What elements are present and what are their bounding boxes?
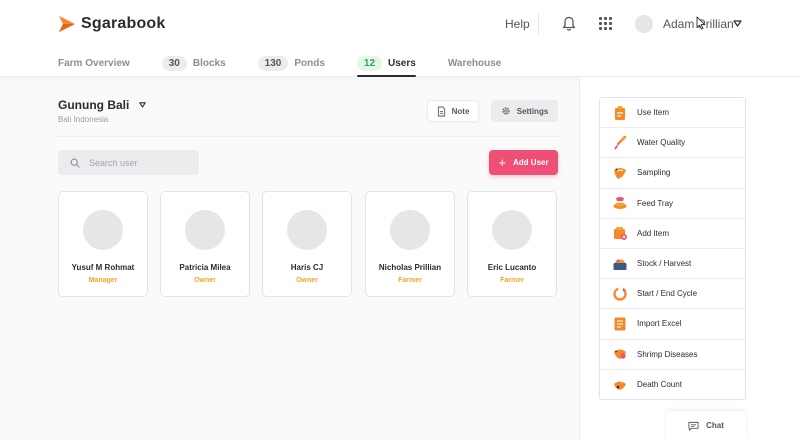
user-card-role: Manager [88, 277, 118, 284]
bell-icon[interactable] [562, 16, 576, 32]
avatar [390, 210, 430, 250]
mouse-cursor-icon [696, 16, 706, 30]
action-label: Use Item [637, 108, 670, 118]
action-import-excel[interactable]: Import Excel [600, 309, 745, 340]
tab-label: Warehouse [447, 57, 502, 69]
document-icon [437, 106, 445, 116]
main-tabs: Farm Overview 30 Blocks 130 Ponds 12 Use… [58, 49, 533, 77]
count-badge: 30 [161, 55, 187, 71]
top-header: Sgarabook Help Adam Prillian Farm Overvi… [0, 0, 800, 77]
action-add-item[interactable]: Add Item [600, 219, 745, 249]
count-badge: 12 [356, 55, 383, 71]
action-label: Death Count [637, 380, 682, 390]
tab-blocks[interactable]: 30 Blocks [161, 49, 226, 77]
action-water-quality[interactable]: Water Quality [600, 128, 745, 159]
settings-label: Settings [516, 106, 549, 116]
user-card[interactable]: Haris CJ Owner [262, 191, 352, 297]
cycle-icon [612, 286, 628, 302]
user-card[interactable]: Eric Lucanto Farmer [467, 191, 557, 297]
sampling-icon [612, 165, 628, 181]
action-label: Feed Tray [637, 198, 674, 208]
user-card-role: Farmer [398, 277, 422, 284]
chat-label: Chat [706, 421, 724, 430]
feed-tray-icon [612, 195, 628, 211]
chat-button[interactable]: Chat [666, 411, 746, 440]
user-card-name: Nicholas Prillian [378, 263, 442, 272]
add-user-button[interactable]: + Add User [489, 150, 558, 175]
user-avatar[interactable] [635, 15, 653, 33]
tab-users[interactable]: 12 Users [356, 49, 416, 77]
search-icon [70, 158, 80, 168]
stock-harvest-icon [612, 256, 628, 272]
tab-label: Blocks [192, 57, 226, 69]
farm-name: Gunung Bali [58, 98, 130, 112]
count-badge: 130 [257, 55, 289, 71]
user-card-name: Haris CJ [290, 263, 324, 272]
farm-selector[interactable]: Gunung Bali [58, 98, 147, 112]
user-card-role: Owner [296, 277, 318, 284]
action-label: Sampling [637, 168, 671, 178]
action-label: Start / End Cycle [637, 289, 698, 299]
tab-label: Farm Overview [58, 57, 130, 69]
header-divider [538, 14, 539, 34]
caret-down-icon [139, 102, 147, 108]
settings-button[interactable]: Settings [491, 100, 558, 122]
tab-ponds[interactable]: 130 Ponds [257, 49, 325, 77]
tab-farm-overview[interactable]: Farm Overview [58, 49, 130, 77]
tab-label: Ponds [294, 57, 325, 69]
user-card[interactable]: Patricia Milea Owner [160, 191, 250, 297]
user-card-role: Farmer [500, 277, 524, 284]
tab-label: Users [388, 57, 416, 69]
logo-text: Sgarabook [81, 15, 166, 32]
action-label: Water Quality [637, 138, 686, 148]
add-user-label: Add User [513, 158, 549, 167]
avatar [185, 210, 225, 250]
user-card[interactable]: Nicholas Prillian Farmer [365, 191, 455, 297]
avatar [83, 210, 123, 250]
search-input[interactable] [89, 157, 189, 168]
chevron-down-icon[interactable] [733, 20, 742, 27]
action-label: Import Excel [637, 319, 682, 329]
action-label: Shrimp Diseases [637, 349, 698, 359]
logo-icon [59, 16, 75, 32]
tab-warehouse[interactable]: Warehouse [448, 49, 502, 77]
help-link[interactable]: Help [505, 17, 530, 31]
plus-icon: + [498, 155, 507, 170]
shrimp-diseases-icon [612, 346, 628, 362]
use-item-icon [612, 105, 628, 121]
note-button[interactable]: Note [427, 100, 479, 122]
apps-grid-icon[interactable] [599, 17, 612, 30]
chat-icon [688, 421, 699, 431]
action-stock-harvest[interactable]: Stock / Harvest [600, 249, 745, 280]
user-card-name: Patricia Milea [179, 263, 231, 272]
user-card[interactable]: Yusuf M Rohmat Manager [58, 191, 148, 297]
action-feed-tray[interactable]: Feed Tray [600, 189, 745, 219]
action-start-end-cycle[interactable]: Start / End Cycle [600, 279, 745, 310]
avatar [492, 210, 532, 250]
import-excel-icon [612, 316, 628, 332]
user-card-name: Eric Lucanto [487, 263, 537, 272]
action-sampling[interactable]: Sampling [600, 158, 745, 189]
note-label: Note [451, 106, 470, 116]
gear-icon [502, 107, 510, 115]
avatar [287, 210, 327, 250]
user-card-name: Yusuf M Rohmat [71, 263, 135, 272]
user-card-role: Owner [194, 277, 216, 284]
farm-location: Bali Indonesia [58, 115, 109, 124]
action-shrimp-diseases[interactable]: Shrimp Diseases [600, 340, 745, 370]
quick-actions-list: Use Item Water Quality Sampling Feed Tra… [599, 97, 746, 400]
death-count-icon [612, 377, 628, 393]
logo[interactable]: Sgarabook [58, 15, 166, 33]
water-quality-icon [612, 135, 628, 151]
action-label: Add Item [637, 228, 670, 238]
divider [58, 136, 558, 137]
search-box[interactable] [58, 150, 199, 175]
action-use-item[interactable]: Use Item [600, 98, 745, 129]
add-item-icon [612, 225, 628, 241]
action-death-count[interactable]: Death Count [600, 370, 745, 399]
action-label: Stock / Harvest [637, 259, 692, 269]
